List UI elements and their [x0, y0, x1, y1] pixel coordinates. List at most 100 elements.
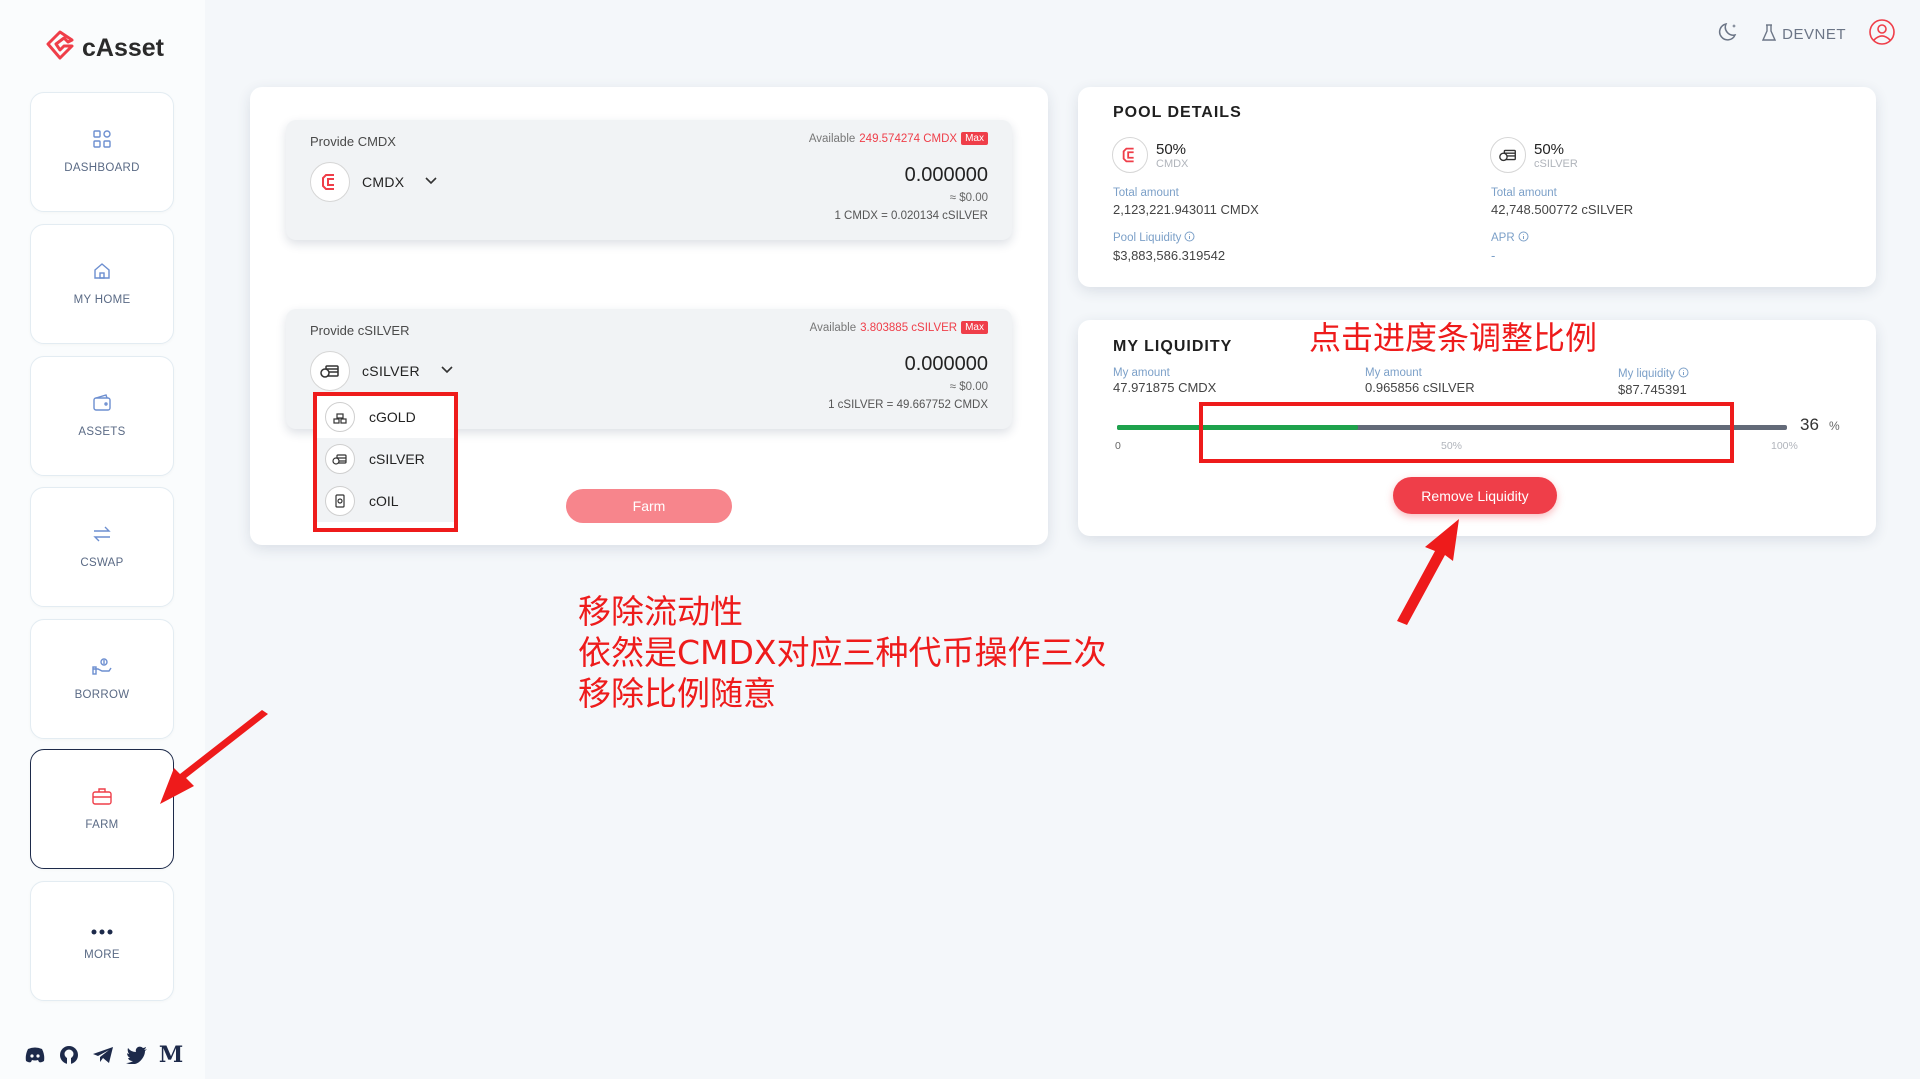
my-amount-label: My amount [1113, 367, 1170, 379]
usd-value: ≈ $0.00 [949, 381, 988, 393]
sidebar: cAsset DASHBOARD MY HOME ASSETS CSWAP BO… [0, 0, 205, 1079]
dropdown-option-coil[interactable]: cOIL [317, 480, 454, 522]
sidebar-item-cswap[interactable]: CSWAP [30, 487, 174, 607]
slider-value: 36 [1800, 415, 1819, 434]
slider-tick-min: 0 [1115, 440, 1121, 452]
network-label: DEVNET [1782, 26, 1846, 43]
coil-token-icon [325, 486, 355, 516]
my-liquidity-title: MY LIQUIDITY [1113, 338, 1233, 355]
info-icon[interactable] [1518, 231, 1529, 245]
token-name: CMDX [362, 174, 405, 190]
header-actions: DEVNET [1718, 18, 1896, 51]
pool-token-a-share: 50% CMDX [1156, 141, 1188, 170]
exchange-rate: 1 cSILVER = 49.667752 CMDX [828, 399, 988, 411]
available-balance: Available 249.574274 CMDX Max [809, 132, 988, 145]
user-avatar-icon[interactable] [1868, 18, 1896, 51]
sidebar-item-assets[interactable]: ASSETS [30, 356, 174, 476]
total-amount-value: 42,748.500772 cSILVER [1491, 202, 1634, 217]
dropdown-option-cgold[interactable]: cGOLD [317, 396, 454, 438]
cmdx-token-icon [310, 162, 350, 202]
annotation-arrow-farm [160, 710, 268, 804]
pool-details-card: POOL DETAILS 50% CMDX Total amount 2,123… [1078, 87, 1876, 287]
amount-input[interactable]: 0.000000 [905, 353, 988, 376]
cgold-token-icon [325, 402, 355, 432]
total-amount-value: 2,123,221.943011 CMDX [1113, 202, 1259, 217]
pool-details-title: POOL DETAILS [1113, 104, 1242, 121]
pool-liquidity-label: Pool Liquidity [1113, 231, 1225, 245]
dashboard-icon [93, 130, 111, 153]
sidebar-item-label: MORE [84, 948, 120, 961]
exchange-rate: 1 CMDX = 0.020134 cSILVER [834, 210, 988, 222]
available-value: 3.803885 cSILVER [860, 321, 958, 334]
pool-liquidity-label-text: Pool Liquidity [1113, 232, 1182, 244]
my-amount-value: 0.965856 cSILVER [1365, 380, 1475, 395]
sidebar-item-dashboard[interactable]: DASHBOARD [30, 92, 174, 212]
moon-icon[interactable] [1718, 21, 1740, 48]
annotation-line-3: 移除比例随意 [578, 674, 776, 713]
csilver-token-icon [310, 351, 350, 391]
amount-input[interactable]: 0.000000 [905, 164, 988, 187]
share-token: CMDX [1156, 157, 1189, 170]
pool-liquidity: Pool Liquidity $3,883,586.319542 [1113, 231, 1225, 263]
flask-icon [1762, 23, 1777, 46]
token-name: cSILVER [362, 363, 420, 379]
token-selector[interactable]: cSILVER [310, 351, 454, 391]
share-percent: 50% [1534, 140, 1565, 158]
logo[interactable]: cAsset [44, 30, 164, 67]
annotation-slider-box [1199, 402, 1734, 463]
available-value: 249.574274 CMDX [859, 132, 958, 145]
annotation-main-note: 移除流动性 依然是CMDX对应三种代币操作三次 移除比例随意 [578, 591, 1107, 714]
my-liquidity-label-text: My liquidity [1618, 368, 1675, 380]
my-amount-value: 47.971875 CMDX [1113, 380, 1217, 395]
discord-icon[interactable] [24, 1044, 46, 1066]
slider-percent-sign: % [1829, 419, 1840, 433]
info-icon[interactable] [1184, 231, 1195, 245]
remove-liquidity-button[interactable]: Remove Liquidity [1393, 477, 1557, 514]
info-icon[interactable] [1678, 367, 1689, 381]
logo-text: cAsset [82, 34, 164, 62]
max-button[interactable]: Max [961, 321, 988, 334]
medium-icon[interactable]: M [159, 1042, 183, 1068]
sidebar-item-more[interactable]: MORE [30, 881, 174, 1001]
token-dropdown-menu: cGOLD cSILVER cOIL [313, 392, 458, 532]
chevron-down-icon [424, 173, 438, 191]
my-liquidity-value: $87.745391 [1618, 382, 1687, 397]
sidebar-item-label: CSWAP [80, 557, 124, 569]
network-selector[interactable]: DEVNET [1762, 23, 1846, 46]
twitter-icon[interactable] [126, 1044, 148, 1066]
csilver-token-icon [1490, 137, 1526, 173]
annotation-line-2: 依然是CMDX对应三种代币操作三次 [578, 633, 1107, 672]
token-selector[interactable]: CMDX [310, 162, 438, 202]
sidebar-item-label: ASSETS [78, 426, 126, 438]
farm-button[interactable]: Farm [566, 489, 732, 523]
provide-cmdx-panel: Provide CMDX Available 249.574274 CMDX M… [286, 120, 1012, 240]
annotation-line-1: 移除流动性 [578, 592, 743, 631]
pool-a-total: Total amount 2,123,221.943011 CMDX [1113, 187, 1259, 217]
briefcase-icon [92, 787, 112, 810]
pool-token-a: 50% CMDX [1112, 137, 1188, 173]
casset-logo-icon [44, 30, 76, 67]
my-liquidity-label: My liquidity [1618, 367, 1689, 381]
telegram-icon[interactable] [92, 1044, 114, 1066]
pool-b-total: Total amount 42,748.500772 cSILVER [1491, 187, 1633, 217]
option-label: cGOLD [369, 409, 416, 425]
pool-token-b: 50% cSILVER [1490, 137, 1578, 173]
github-icon[interactable] [58, 1044, 80, 1066]
sidebar-item-my-home[interactable]: MY HOME [30, 224, 174, 344]
max-button[interactable]: Max [961, 132, 988, 145]
apr-label-text: APR [1491, 232, 1515, 244]
option-label: cSILVER [369, 451, 425, 467]
usd-value: ≈ $0.00 [949, 192, 988, 204]
available-prefix: Available [809, 321, 857, 334]
share-percent: 50% [1156, 140, 1187, 158]
dropdown-option-csilver[interactable]: cSILVER [317, 438, 454, 480]
annotation-arrow-remove [1397, 519, 1459, 625]
my-liquidity-value-block: My liquidity $87.745391 [1618, 367, 1689, 397]
my-amount-b: My amount 0.965856 cSILVER [1365, 367, 1475, 395]
provide-label: Provide cSILVER [310, 323, 410, 338]
pool-token-b-share: 50% cSILVER [1534, 141, 1578, 170]
apr-label: APR [1491, 231, 1529, 245]
sidebar-item-label: BORROW [74, 689, 130, 701]
cmdx-token-icon [1112, 137, 1148, 173]
social-links: M [24, 1042, 183, 1068]
